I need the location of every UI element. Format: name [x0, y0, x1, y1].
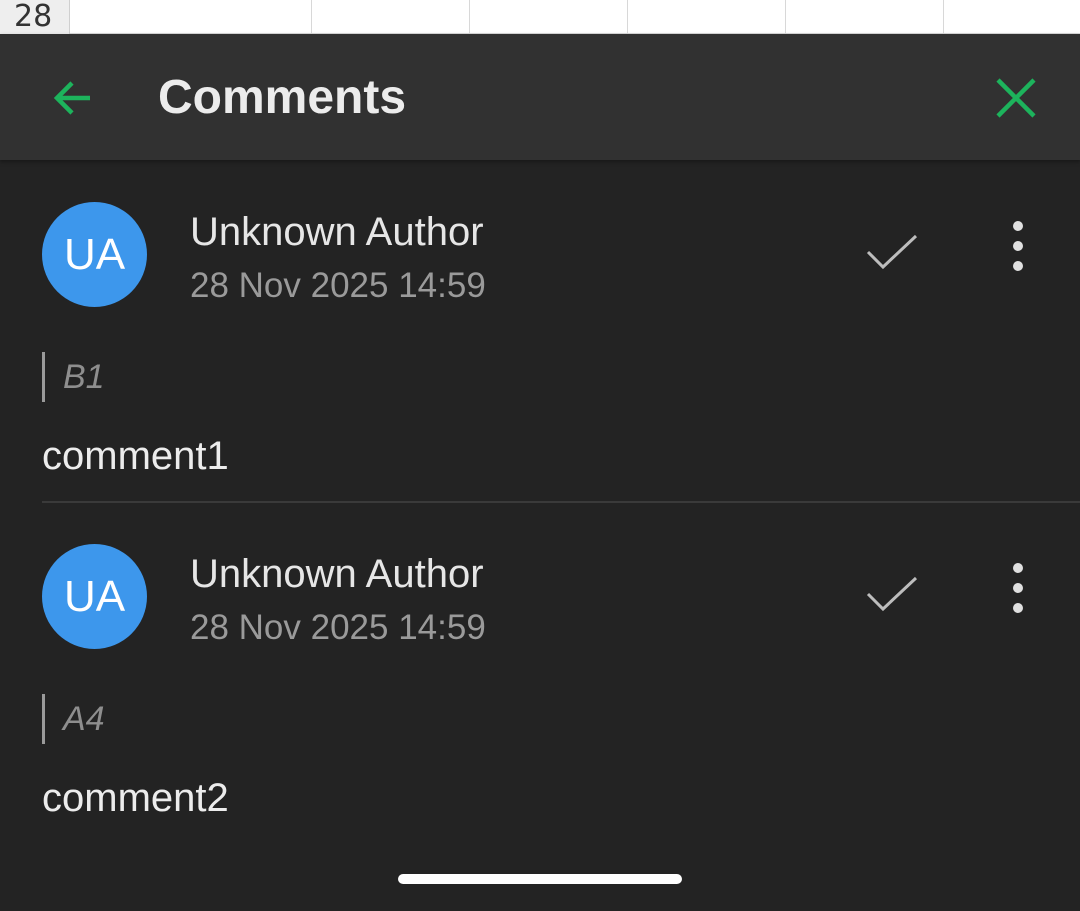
resolve-button[interactable]: [860, 220, 924, 284]
avatar: UA: [42, 202, 147, 307]
grid-line: [943, 0, 944, 34]
more-vertical-icon: [1013, 221, 1023, 271]
more-options-button[interactable]: [990, 218, 1046, 274]
more-options-button[interactable]: [990, 560, 1046, 616]
comment-item: UA Unknown Author 28 Nov 2025 14:59 B1 c…: [0, 160, 1080, 503]
checkmark-icon: [866, 234, 918, 270]
cell-reference[interactable]: A4: [42, 694, 105, 744]
avatar: UA: [42, 544, 147, 649]
grid-line: [469, 0, 470, 34]
comment-author: Unknown Author: [190, 552, 484, 596]
checkmark-icon: [866, 576, 918, 612]
close-icon: [996, 78, 1036, 118]
comment-date: 28 Nov 2025 14:59: [190, 266, 486, 305]
comment-text: comment2: [42, 776, 229, 820]
resolve-button[interactable]: [860, 562, 924, 626]
grid-line: [627, 0, 628, 34]
spreadsheet-row: 28: [0, 0, 1080, 34]
comments-header: Comments: [0, 34, 1080, 160]
comment-item: UA Unknown Author 28 Nov 2025 14:59 A4 c…: [0, 502, 1080, 844]
more-vertical-icon: [1013, 563, 1023, 613]
grid-line: [311, 0, 312, 34]
back-button[interactable]: [40, 66, 104, 130]
home-indicator[interactable]: [398, 874, 682, 884]
row-header[interactable]: 28: [0, 0, 70, 34]
comment-author: Unknown Author: [190, 210, 484, 254]
arrow-left-icon: [53, 81, 90, 115]
comment-text: comment1: [42, 434, 229, 478]
comment-date: 28 Nov 2025 14:59: [190, 608, 486, 647]
cell-reference[interactable]: B1: [42, 352, 105, 402]
grid-line: [785, 0, 786, 34]
page-title: Comments: [158, 71, 407, 124]
close-button[interactable]: [984, 66, 1048, 130]
